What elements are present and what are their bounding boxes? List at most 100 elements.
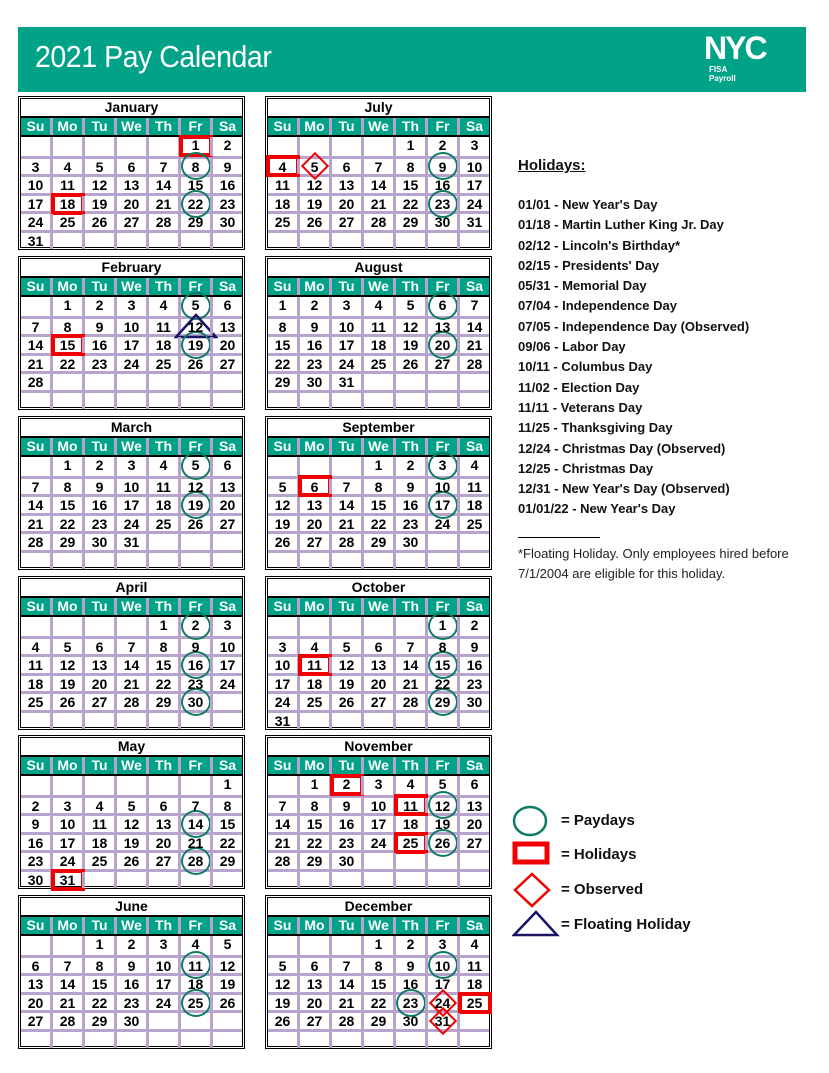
day-number: 26: [434, 834, 451, 851]
day-cell: 21: [178, 834, 210, 851]
day-number: 29: [219, 853, 236, 870]
day-number: 16: [187, 657, 204, 674]
day-number: 27: [434, 355, 451, 372]
week-row: 26 27 28 29 30 31: [268, 1007, 489, 1036]
day-number: 18: [466, 497, 483, 514]
empty-day-cell: [457, 374, 489, 390]
week-row: [268, 389, 489, 409]
legend-item-floating: = Floating Holiday: [512, 910, 772, 957]
day-number: 13: [466, 797, 483, 814]
day-number: 19: [91, 195, 108, 212]
day-number: 31: [338, 374, 355, 391]
weekday-header: Th: [146, 917, 178, 934]
day-cell: 19: [393, 337, 425, 353]
day-cell: 1: [297, 776, 329, 795]
month-calendar-march: March Su Mo Tu We Th Fr Sa 1 2 3 4 5 6 7 8 9 10 11 12 13 14 15…: [18, 416, 245, 570]
day-cell: 30: [21, 872, 50, 888]
week-row: 1 2 3 4 5 6 7: [268, 292, 489, 321]
empty-day-cell: [425, 1031, 457, 1048]
day-cell: 8: [210, 797, 242, 814]
weekday-header: Fr: [178, 278, 210, 295]
day-cell: 14: [393, 657, 425, 673]
empty-day-cell: [114, 232, 146, 249]
day-number: 15: [434, 657, 451, 674]
day-number: 26: [123, 853, 140, 870]
day-cell: 9: [329, 797, 361, 814]
day-cell: 9: [114, 957, 146, 974]
day-cell: 2: [114, 936, 146, 955]
day-cell: 1: [146, 617, 178, 636]
day-number: 29: [59, 534, 76, 551]
day-number: 13: [306, 497, 323, 514]
weekday-header: Th: [393, 438, 425, 455]
day-cell: 12: [210, 957, 242, 974]
day-cell: 13: [297, 497, 329, 513]
weekday-header: Tu: [329, 438, 361, 455]
month-calendar-april: April Su Mo Tu We Th Fr Sa 1 2 3 4 5 6 7 8 9 10 11 12 13 14 15…: [18, 576, 245, 730]
day-cell: 18: [146, 497, 178, 513]
day-cell: 5: [425, 776, 457, 795]
day-cell: 7: [21, 319, 50, 335]
empty-day-cell: [114, 374, 146, 390]
day-number: 27: [27, 1013, 44, 1030]
weekday-header: Su: [26, 757, 45, 773]
day-cell: 25: [361, 355, 393, 372]
day-cell: 5: [178, 292, 211, 321]
week-row: 18 19 20 21 22 23 24: [268, 189, 489, 218]
day-number: 17: [274, 675, 291, 692]
day-cell: 18: [178, 976, 210, 992]
weekday-header: Su: [273, 917, 292, 933]
day-number: 10: [370, 797, 387, 814]
empty-day-cell: [297, 137, 329, 156]
day-cell: 16: [82, 337, 114, 353]
day-cell: 16: [114, 976, 146, 992]
weekday-header: Mo: [297, 757, 329, 774]
weekday-header: Th: [393, 917, 425, 934]
day-number: 24: [434, 515, 451, 532]
day-number: 6: [95, 638, 104, 655]
day-number: 18: [27, 675, 44, 692]
day-cell: 22: [82, 994, 114, 1011]
day-cell: 20: [114, 195, 146, 212]
day-cell: 17: [146, 976, 178, 992]
day-number: 5: [278, 957, 287, 974]
empty-day-cell: [50, 232, 82, 249]
day-cell: 6: [210, 297, 242, 316]
holiday-list-item: 12/25 - Christmas Day: [518, 460, 654, 476]
day-cell: 8: [393, 158, 425, 175]
day-cell: 22: [50, 515, 82, 532]
day-number: 13: [338, 177, 355, 194]
weekday-header: Tu: [329, 278, 361, 295]
day-number: 6: [438, 297, 447, 313]
weekday-header: We: [114, 757, 146, 774]
day-number: 7: [191, 797, 200, 814]
day-number: 30: [187, 694, 204, 711]
week-row: 12: [268, 612, 489, 641]
day-cell: 27: [21, 1013, 50, 1029]
week-row: 1 2 3: [21, 612, 242, 641]
empty-day-cell: [82, 871, 114, 888]
week-row: 4 5 6 7 8 9 10: [265, 152, 489, 181]
day-cell: 27: [297, 1013, 329, 1029]
day-number: 6: [127, 158, 136, 175]
week-row: 9 10 11 12 13 14 15: [21, 809, 242, 838]
day-cell: 2: [297, 297, 329, 316]
day-cell: 6: [361, 638, 393, 655]
day-cell: 17: [329, 337, 361, 353]
weekday-header: Su: [26, 118, 45, 134]
day-cell: 27: [82, 694, 114, 710]
day-number: 31: [27, 232, 44, 249]
day-cell: 25: [50, 214, 82, 230]
day-cell: 8: [361, 957, 393, 974]
day-number: 17: [370, 816, 387, 833]
week-row: 14 15 16 17 18 19 20: [21, 330, 242, 359]
day-cell: 23: [297, 355, 329, 372]
day-number: 31: [274, 712, 291, 729]
empty-day-cell: [329, 137, 361, 156]
holiday-list-item: 07/05 - Independence Day (Observed): [518, 318, 750, 334]
day-number: 6: [310, 957, 319, 974]
empty-day-cell: [425, 552, 457, 569]
week-row: 1 2 3 4 5 6: [268, 774, 489, 797]
day-number: 24: [123, 355, 140, 372]
empty-day-cell: [146, 776, 178, 795]
